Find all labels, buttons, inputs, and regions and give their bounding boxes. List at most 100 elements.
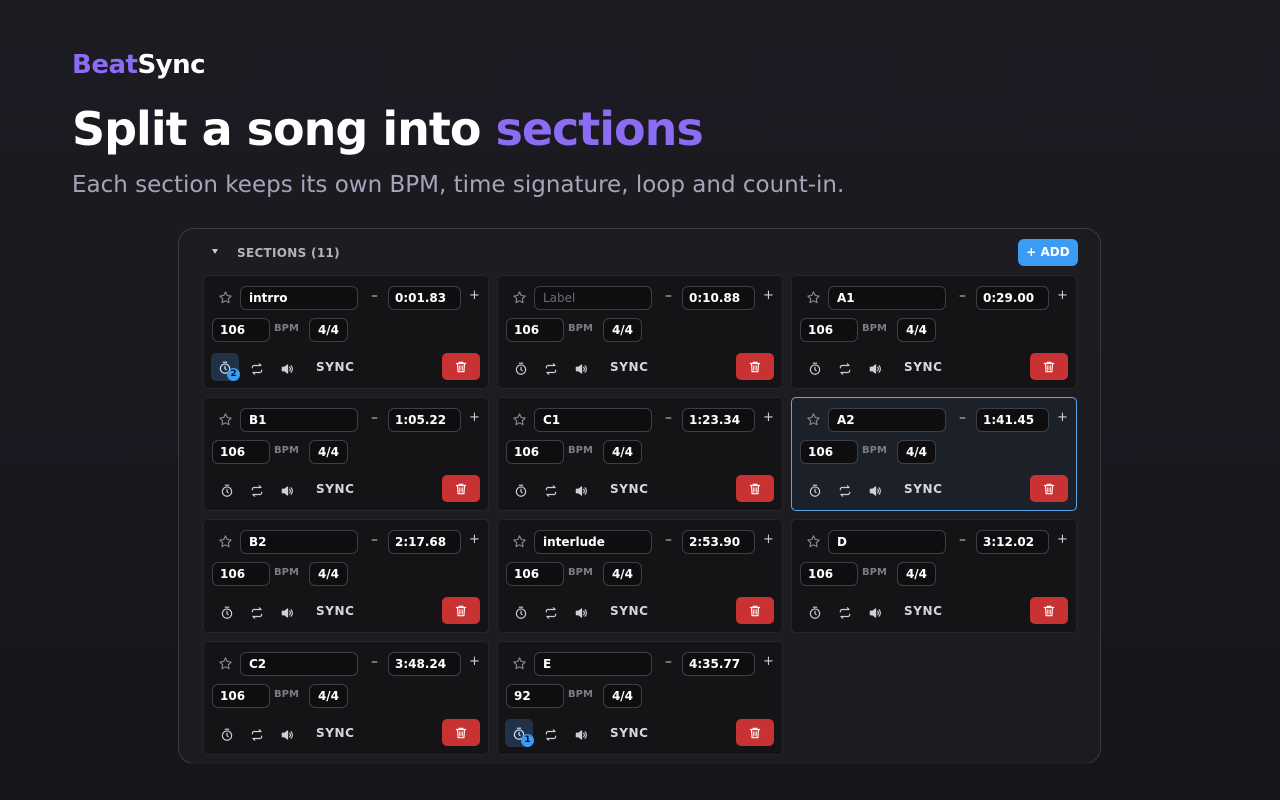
loop-icon[interactable]: [838, 361, 852, 375]
section-time-input[interactable]: [976, 286, 1049, 310]
star-icon[interactable]: [806, 534, 821, 549]
time-increment-button[interactable]: +: [469, 654, 480, 669]
section-label-input[interactable]: [828, 408, 946, 432]
loop-icon[interactable]: [544, 361, 558, 375]
delete-section-button[interactable]: [442, 719, 480, 746]
time-decrement-button[interactable]: –: [665, 654, 672, 670]
sync-button[interactable]: SYNC: [610, 482, 649, 496]
sync-button[interactable]: SYNC: [316, 726, 355, 740]
star-icon[interactable]: [512, 412, 527, 427]
star-icon[interactable]: [806, 290, 821, 305]
time-increment-button[interactable]: +: [763, 532, 774, 547]
volume-icon[interactable]: [280, 605, 294, 619]
delete-section-button[interactable]: [736, 353, 774, 380]
bpm-input[interactable]: [506, 684, 564, 708]
time-increment-button[interactable]: +: [763, 288, 774, 303]
timer-icon[interactable]: [514, 483, 528, 497]
delete-section-button[interactable]: [1030, 597, 1068, 624]
time-signature-select[interactable]: 4/4: [897, 318, 936, 342]
section-time-input[interactable]: [682, 286, 755, 310]
section-label-input[interactable]: [828, 286, 946, 310]
volume-icon[interactable]: [868, 605, 882, 619]
timer-icon[interactable]: [220, 727, 234, 741]
section-label-input[interactable]: [534, 286, 652, 310]
time-decrement-button[interactable]: –: [665, 288, 672, 304]
bpm-input[interactable]: [800, 562, 858, 586]
section-card[interactable]: – + BPM 4/4 SYNC: [791, 275, 1077, 389]
star-icon[interactable]: [218, 656, 233, 671]
timer-icon[interactable]: [514, 361, 528, 375]
time-signature-select[interactable]: 4/4: [897, 440, 936, 464]
section-time-input[interactable]: [388, 652, 461, 676]
time-decrement-button[interactable]: –: [371, 654, 378, 670]
section-card[interactable]: – + BPM 4/4 SYNC: [497, 519, 783, 633]
sync-button[interactable]: SYNC: [904, 604, 943, 618]
volume-icon[interactable]: [574, 361, 588, 375]
star-icon[interactable]: [218, 412, 233, 427]
collapse-caret-icon[interactable]: [212, 249, 218, 254]
loop-icon[interactable]: [544, 483, 558, 497]
time-increment-button[interactable]: +: [763, 410, 774, 425]
time-decrement-button[interactable]: –: [959, 532, 966, 548]
section-card[interactable]: – + BPM 4/4 1 SYNC: [497, 641, 783, 755]
bpm-input[interactable]: [800, 440, 858, 464]
delete-section-button[interactable]: [736, 475, 774, 502]
sync-button[interactable]: SYNC: [610, 360, 649, 374]
section-label-input[interactable]: [240, 408, 358, 432]
volume-icon[interactable]: [280, 361, 294, 375]
section-card[interactable]: – + BPM 4/4 SYNC: [497, 275, 783, 389]
section-label-input[interactable]: [828, 530, 946, 554]
loop-icon[interactable]: [838, 605, 852, 619]
timer-icon[interactable]: [808, 605, 822, 619]
time-decrement-button[interactable]: –: [665, 532, 672, 548]
delete-section-button[interactable]: [736, 597, 774, 624]
section-time-input[interactable]: [976, 408, 1049, 432]
sync-button[interactable]: SYNC: [610, 726, 649, 740]
bpm-input[interactable]: [212, 440, 270, 464]
section-label-input[interactable]: [240, 286, 358, 310]
sync-button[interactable]: SYNC: [316, 604, 355, 618]
volume-icon[interactable]: [574, 727, 588, 741]
star-icon[interactable]: [512, 290, 527, 305]
section-card[interactable]: – + BPM 4/4 SYNC: [203, 641, 489, 755]
time-increment-button[interactable]: +: [763, 654, 774, 669]
section-time-input[interactable]: [682, 652, 755, 676]
volume-icon[interactable]: [574, 483, 588, 497]
star-icon[interactable]: [218, 290, 233, 305]
timer-icon[interactable]: [808, 361, 822, 375]
sync-button[interactable]: SYNC: [904, 482, 943, 496]
loop-icon[interactable]: [544, 605, 558, 619]
sync-button[interactable]: SYNC: [904, 360, 943, 374]
time-decrement-button[interactable]: –: [371, 532, 378, 548]
time-signature-select[interactable]: 4/4: [603, 684, 642, 708]
time-decrement-button[interactable]: –: [371, 288, 378, 304]
section-card[interactable]: – + BPM 4/4 SYNC: [791, 397, 1077, 511]
section-card[interactable]: – + BPM 4/4 SYNC: [203, 519, 489, 633]
time-increment-button[interactable]: +: [469, 410, 480, 425]
loop-icon[interactable]: [838, 483, 852, 497]
time-decrement-button[interactable]: –: [959, 410, 966, 426]
bpm-input[interactable]: [800, 318, 858, 342]
bpm-input[interactable]: [506, 562, 564, 586]
time-decrement-button[interactable]: –: [665, 410, 672, 426]
time-decrement-button[interactable]: –: [959, 288, 966, 304]
loop-icon[interactable]: [250, 483, 264, 497]
sync-button[interactable]: SYNC: [316, 482, 355, 496]
time-signature-select[interactable]: 4/4: [309, 440, 348, 464]
loop-icon[interactable]: [250, 605, 264, 619]
delete-section-button[interactable]: [736, 719, 774, 746]
delete-section-button[interactable]: [1030, 475, 1068, 502]
bpm-input[interactable]: [506, 440, 564, 464]
delete-section-button[interactable]: [1030, 353, 1068, 380]
star-icon[interactable]: [806, 412, 821, 427]
star-icon[interactable]: [512, 534, 527, 549]
time-increment-button[interactable]: +: [1057, 532, 1068, 547]
loop-icon[interactable]: [250, 361, 264, 375]
timer-icon[interactable]: [220, 483, 234, 497]
volume-icon[interactable]: [574, 605, 588, 619]
volume-icon[interactable]: [280, 483, 294, 497]
volume-icon[interactable]: [868, 361, 882, 375]
section-card[interactable]: – + BPM 4/4 SYNC: [791, 519, 1077, 633]
timer-icon[interactable]: [808, 483, 822, 497]
bpm-input[interactable]: [212, 562, 270, 586]
